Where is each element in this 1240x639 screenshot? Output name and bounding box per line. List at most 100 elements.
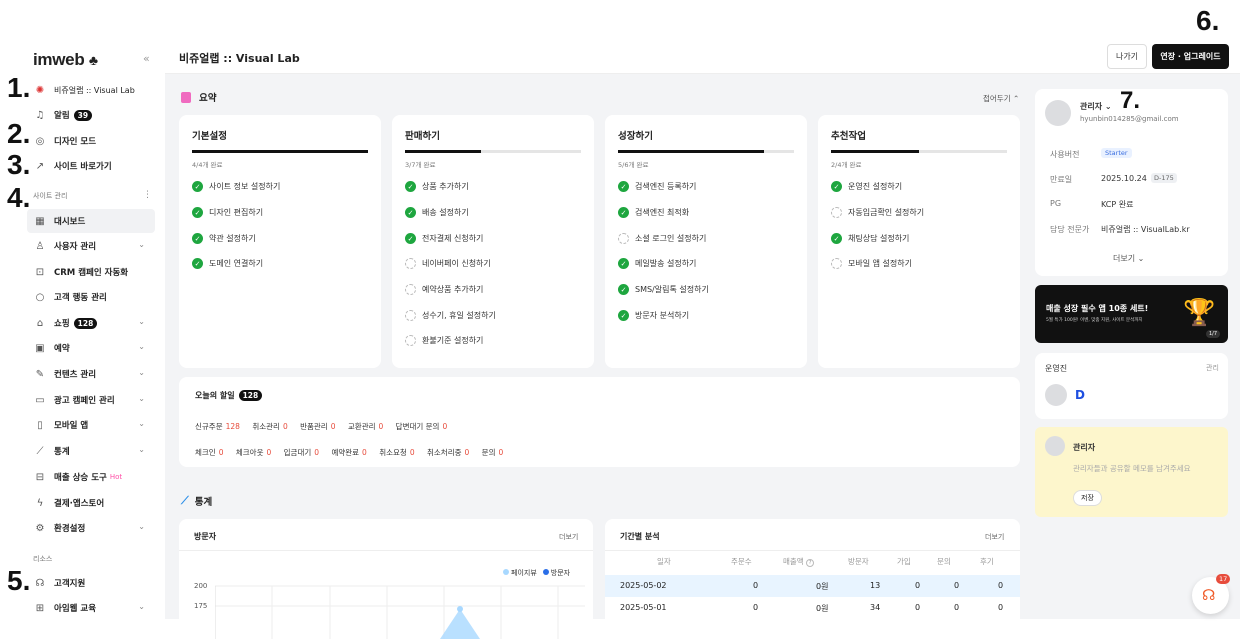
task-item[interactable]: 환불기준 설정하기 [405,335,483,346]
check-icon: ✓ [192,181,203,192]
sidebar-item-alarm[interactable]: ♫ 알림 39 [27,103,155,127]
shopping-badge: 128 [73,317,98,329]
sidebar-item-payment-appstore[interactable]: ϟ 결제·앱스토어 [27,491,155,515]
chevron-down-icon: ⌄ [138,602,145,611]
legend: 페이지뷰 방문자 [497,568,570,578]
dd-logo-icon: D [1075,388,1085,402]
period-more-link[interactable]: 더보기 [985,532,1004,542]
task-item[interactable]: 예약상품 추가하기 [405,284,483,295]
sidebar-item-crm[interactable]: ⊡ CRM 캠페인 자동화 [27,260,155,284]
staff-card: 운영진 관리 D [1035,353,1228,419]
sidebar-item-contents[interactable]: ✎ 컨텐츠 관리 ⌄ [27,362,155,386]
sidebar-item-design-mode[interactable]: ◎ 디자인 모드 [27,129,155,153]
card-title: 판매하기 [405,131,440,142]
staff-avatar[interactable] [1045,384,1067,406]
avatar [1045,100,1071,126]
todo-item[interactable]: 반품관리 0 [300,422,335,431]
account-role[interactable]: 관리자 ⌄ [1080,101,1112,112]
support-chat-button[interactable]: ☊ 17 [1192,574,1231,614]
more-icon[interactable]: ⋮ [143,190,152,200]
task-item[interactable]: 자동입금확인 설정하기 [831,207,924,218]
help-icon[interactable]: ? [806,559,815,567]
visitors-more-link[interactable]: 더보기 [559,532,578,542]
check-icon: ✓ [618,284,629,295]
page-title: 비쥬얼랩 :: Visual Lab [179,52,300,65]
exit-button[interactable]: 나가기 [1107,44,1147,69]
sidebar-item-support[interactable]: ☊ 고객지원 [27,571,155,595]
todo-item[interactable]: 예약완료 0 [331,448,366,457]
check-icon: ✓ [618,258,629,269]
todo-item[interactable]: 입금대기 0 [284,448,319,457]
todo-item[interactable]: 문의 0 [482,448,504,457]
task-item[interactable]: 성수기, 휴일 설정하기 [405,310,496,321]
site-selector[interactable]: ✺ 비쥬얼랩 :: Visual Lab [27,78,155,102]
summary-card-recommended: 추천작업 2/4개 완료 ✓ 운영진 설정하기 자동입금확인 설정하기 ✓ 채팅상담… [818,115,1020,368]
progress-bar [405,150,581,153]
fold-toggle[interactable]: 접어두기 ⌃ [983,93,1019,104]
sidebar-item-mobile-app[interactable]: ▯ 모바일 앱 ⌄ [27,413,155,437]
todo-item[interactable]: 체크인 0 [195,448,223,457]
staff-manage-link[interactable]: 관리 [1206,363,1219,373]
upgrade-button[interactable]: 연장 · 업그레이드 [1152,44,1229,69]
sidebar-item-shortcut[interactable]: ↗ 사이트 바로가기 [27,154,155,178]
sidebar-item-dashboard[interactable]: ▦ 대시보드 [27,209,155,233]
todo-item[interactable]: 교환관리 0 [348,422,383,431]
pg-value: KCP 완료 [1101,200,1134,209]
sidebar-item-settings[interactable]: ⚙ 환경설정 ⌄ [27,516,155,540]
expert-label: 담당 전문가 [1050,225,1090,234]
sidebar-item-shopping[interactable]: ⌂ 쇼핑 128 ⌄ [27,311,155,335]
memo-input[interactable]: 관리자들과 공유할 메모를 남겨주세요 [1073,463,1220,485]
sidebar-item-stats[interactable]: ⟋ 통계 ⌄ [27,439,155,463]
sidebar-item-reservation[interactable]: ▣ 예약 ⌄ [27,336,155,360]
banner-pager: 1/7 [1206,330,1221,338]
pg-label: PG [1050,199,1062,208]
table-row[interactable]: 2025-05-02 0 0원 13 0 0 0 [605,575,1020,597]
todo-item[interactable]: 체크아웃 0 [236,448,271,457]
collapse-sidebar-icon[interactable]: « [143,52,150,65]
table-row[interactable]: 2025-05-01 0 0원 34 0 0 0 [605,597,1020,619]
task-item[interactable]: ✓ 약관 설정하기 [192,233,256,244]
task-item[interactable]: ✓ 방문자 분석하기 [618,310,689,321]
period-card: 기간별 분석 더보기 일자 주문수 매출액 ? 방문자 가입 문의 후기 202… [605,519,1020,639]
todo-item[interactable]: 취소요청 0 [379,448,414,457]
pending-icon [405,335,416,346]
todo-item[interactable]: 신규주문 128 [195,422,240,431]
task-item[interactable]: ✓ 상품 추가하기 [405,181,469,192]
task-item[interactable]: 네이버페이 신청하기 [405,258,491,269]
marker-6: 6. [1196,5,1220,36]
task-item[interactable]: ✓ 검색엔진 최적화 [618,207,689,218]
task-item[interactable]: ✓ 검색엔진 등록하기 [618,181,696,192]
logo[interactable]: imweb ♣ [33,50,98,70]
task-item[interactable]: ✓ 전자결제 신청하기 [405,233,483,244]
task-item[interactable]: ✓ SMS/알림톡 설정하기 [618,284,709,295]
task-item[interactable]: ✓ 메일발송 설정하기 [618,258,696,269]
task-item[interactable]: ✓ 채팅상담 설정하기 [831,233,909,244]
todo-item[interactable]: 답변대기 문의 0 [396,422,448,431]
task-item[interactable]: 소셜 로그인 설정하기 [618,233,706,244]
task-item[interactable]: ✓ 디자인 편집하기 [192,207,263,218]
task-item[interactable]: ✓ 배송 설정하기 [405,207,469,218]
chart-icon: ⟋ [181,494,189,507]
col-header: 매출액 ? [783,556,815,567]
pageview-point [457,606,463,612]
account-more-button[interactable]: 더보기 ⌄ [1113,253,1144,264]
card-count: 3/7개 완료 [405,161,436,169]
marker-7: 7. [1120,87,1141,114]
todo-item[interactable]: 취소관리 0 [252,422,287,431]
promo-banner[interactable]: 매출 성장 필수 앱 10종 세트! 5월 특가 100원! 이벤, 맞춤 지원… [1035,285,1228,343]
section-label-resource: 리소스 [33,555,53,563]
memo-title: 관리자 [1073,443,1096,452]
sidebar-item-sales-tool[interactable]: ⊟ 매출 상승 도구 Hot [27,465,155,489]
tool-icon: ⊟ [35,471,45,483]
sidebar-item-users[interactable]: ♙ 사용자 관리 ⌄ [27,234,155,258]
task-item[interactable]: 모바일 앱 설정하기 [831,258,912,269]
task-item[interactable]: ✓ 도메인 연결하기 [192,258,263,269]
sidebar-item-ads[interactable]: ▭ 광고 캠페인 관리 ⌄ [27,388,155,412]
sidebar-item-education[interactable]: ⊞ 아임웹 교육 ⌄ [27,596,155,620]
version-badge: Starter [1101,148,1132,158]
task-item[interactable]: ✓ 사이트 정보 설정하기 [192,181,280,192]
task-item[interactable]: ✓ 운영진 설정하기 [831,181,902,192]
sidebar-item-behavior[interactable]: ○ 고객 행동 관리 [27,285,155,309]
todo-item[interactable]: 취소처리중 0 [427,448,469,457]
memo-save-button[interactable]: 저장 [1073,490,1102,506]
